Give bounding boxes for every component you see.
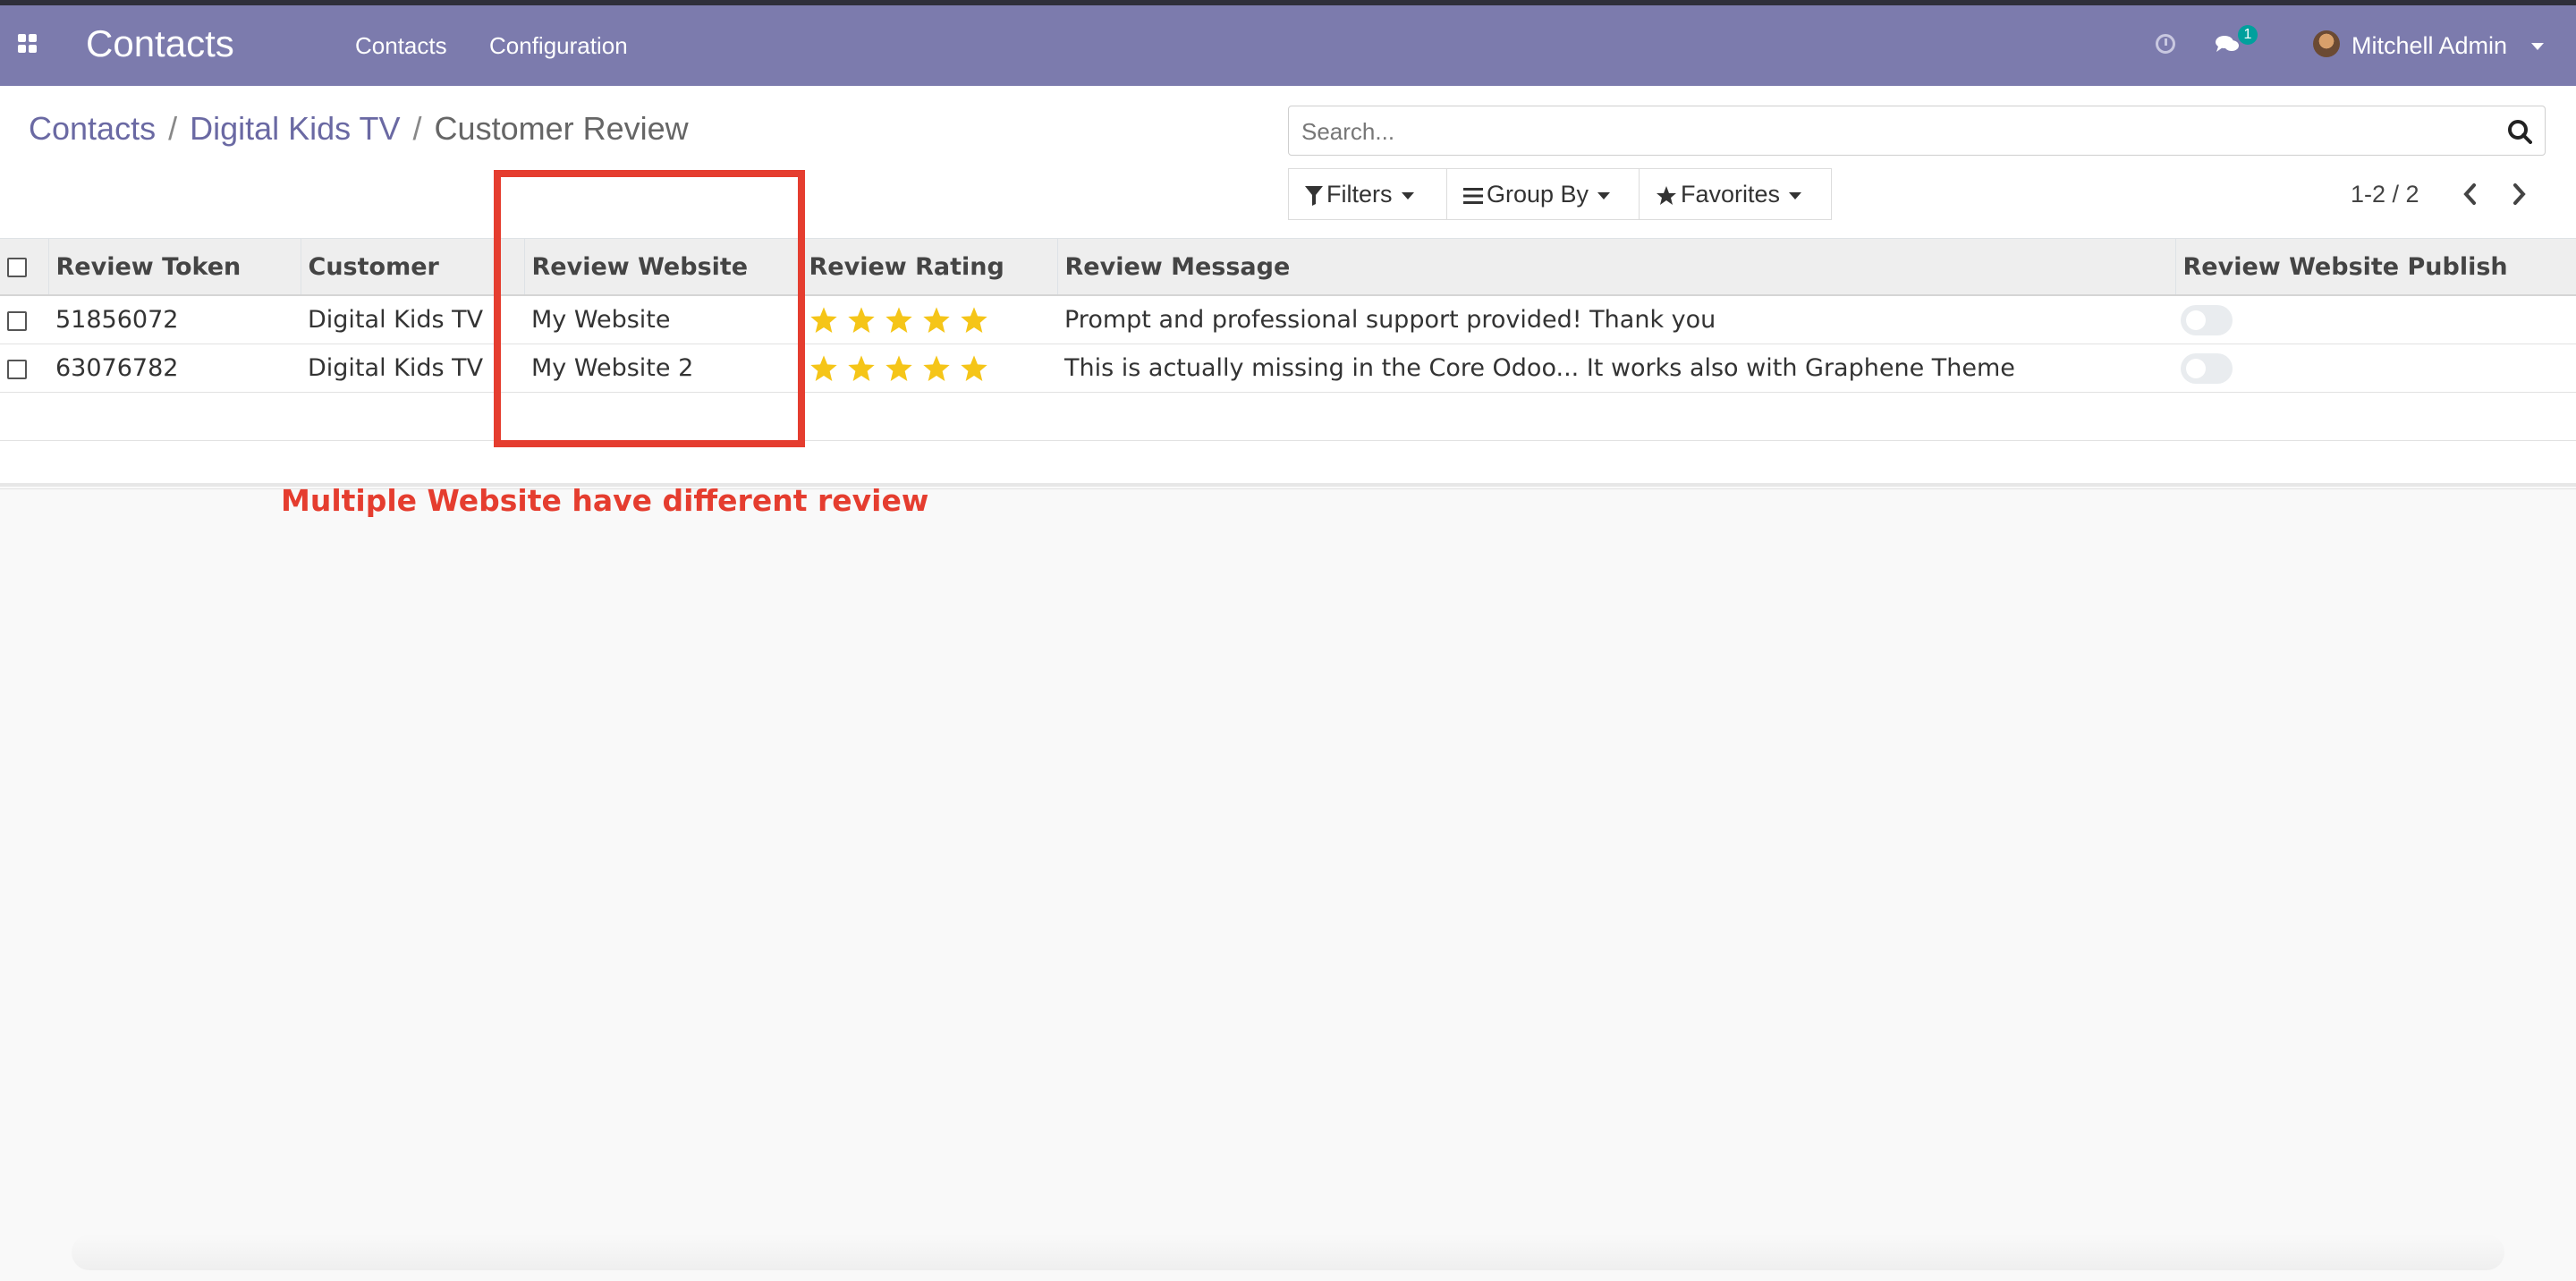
app-title[interactable]: Contacts: [86, 21, 234, 66]
breadcrumb-separator: /: [412, 110, 422, 147]
user-avatar[interactable]: [2313, 30, 2340, 57]
annotation-highlight-box: [494, 170, 805, 447]
page-bottom-shadow: [72, 1234, 2504, 1270]
cell-review-message[interactable]: This is actually missing in the Core Odo…: [1057, 344, 2175, 393]
cell-review-rating[interactable]: [801, 344, 1057, 393]
search-box: [1288, 106, 2546, 156]
rating-star-icon[interactable]: [884, 354, 914, 383]
filters-button[interactable]: Filters: [1288, 168, 1447, 220]
cell-review-rating[interactable]: [801, 295, 1057, 344]
column-header-review-rating[interactable]: Review Rating: [801, 238, 1057, 296]
group-by-label: Group By: [1487, 181, 1589, 208]
activity-clock-icon[interactable]: [2156, 34, 2175, 54]
top-navbar: Contacts Contacts Configuration 1 Mitche…: [0, 5, 2576, 86]
row-checkbox[interactable]: [7, 359, 27, 379]
star-icon: [1657, 185, 1676, 205]
table-row[interactable]: 51856072 Digital Kids TV My Website Prom…: [0, 295, 2576, 344]
group-by-button[interactable]: Group By: [1446, 168, 1640, 220]
column-header-customer[interactable]: Customer: [300, 238, 524, 296]
cell-review-token[interactable]: 51856072: [48, 295, 301, 344]
cell-review-token[interactable]: 63076782: [48, 344, 301, 393]
breadcrumb-separator: /: [168, 110, 178, 147]
breadcrumb: Contacts / Digital Kids TV / Customer Review: [29, 109, 689, 148]
select-all-cell: [0, 238, 48, 296]
row-checkbox[interactable]: [7, 310, 27, 331]
cell-customer[interactable]: Digital Kids TV: [301, 344, 524, 393]
customer-review-table: Review Token Customer Review Website Rev…: [0, 238, 2576, 489]
pager-next-icon[interactable]: [2504, 179, 2533, 209]
user-dropdown-caret-icon[interactable]: [2531, 43, 2544, 50]
breadcrumb-current: Customer Review: [434, 110, 689, 147]
menu-item-contacts[interactable]: Contacts: [355, 32, 447, 59]
chat-bubbles-icon[interactable]: [2215, 34, 2240, 54]
column-header-review-message[interactable]: Review Message: [1056, 238, 2175, 296]
empty-row: [0, 392, 2576, 441]
column-header-review-website-publish[interactable]: Review Website Publish: [2174, 238, 2576, 296]
rating-star-icon[interactable]: [809, 306, 839, 335]
cell-review-website-publish: [2175, 344, 2576, 393]
publish-toggle[interactable]: [2181, 352, 2233, 384]
table-row[interactable]: 63076782 Digital Kids TV My Website 2 Th…: [0, 344, 2576, 393]
favorites-button[interactable]: Favorites: [1639, 168, 1832, 220]
row-select-cell: [0, 344, 48, 393]
annotation-text: Multiple Website have different review: [281, 483, 929, 518]
rating-star-icon[interactable]: [921, 306, 952, 335]
cell-review-website-publish: [2175, 295, 2576, 344]
chevron-down-icon: [1597, 191, 1611, 199]
rating-star-icon[interactable]: [959, 306, 989, 335]
breadcrumb-contacts[interactable]: Contacts: [29, 110, 156, 147]
cell-review-message[interactable]: Prompt and professional support provided…: [1057, 295, 2175, 344]
filters-label: Filters: [1326, 181, 1393, 208]
menu-item-configuration[interactable]: Configuration: [489, 32, 628, 59]
user-menu[interactable]: Mitchell Admin: [2351, 32, 2507, 59]
search-input[interactable]: [1300, 115, 2466, 148]
table-header-row: Review Token Customer Review Website Rev…: [0, 238, 2576, 296]
column-header-review-token[interactable]: Review Token: [47, 238, 301, 296]
search-icon[interactable]: [2507, 119, 2532, 144]
select-all-checkbox[interactable]: [7, 258, 27, 277]
favorites-label: Favorites: [1681, 181, 1781, 208]
apps-menu-icon[interactable]: [18, 34, 39, 55]
filter-icon: [1305, 185, 1323, 206]
pager-previous-icon[interactable]: [2456, 179, 2485, 209]
pager-value[interactable]: 1-2 / 2: [2351, 179, 2419, 209]
rating-star-icon[interactable]: [809, 354, 839, 383]
list-icon: [1463, 187, 1483, 204]
chat-count-badge: 1: [2238, 25, 2258, 45]
breadcrumb-digital-kids-tv[interactable]: Digital Kids TV: [190, 110, 400, 147]
rating-star-icon[interactable]: [884, 306, 914, 335]
rating-star-icon[interactable]: [846, 306, 877, 335]
publish-toggle[interactable]: [2181, 304, 2233, 335]
cell-customer[interactable]: Digital Kids TV: [301, 295, 524, 344]
rating-star-icon[interactable]: [959, 354, 989, 383]
rating-star-icon[interactable]: [921, 354, 952, 383]
chevron-down-icon: [1789, 191, 1802, 199]
chevron-down-icon: [1401, 191, 1414, 199]
row-select-cell: [0, 295, 48, 344]
rating-star-icon[interactable]: [846, 354, 877, 383]
